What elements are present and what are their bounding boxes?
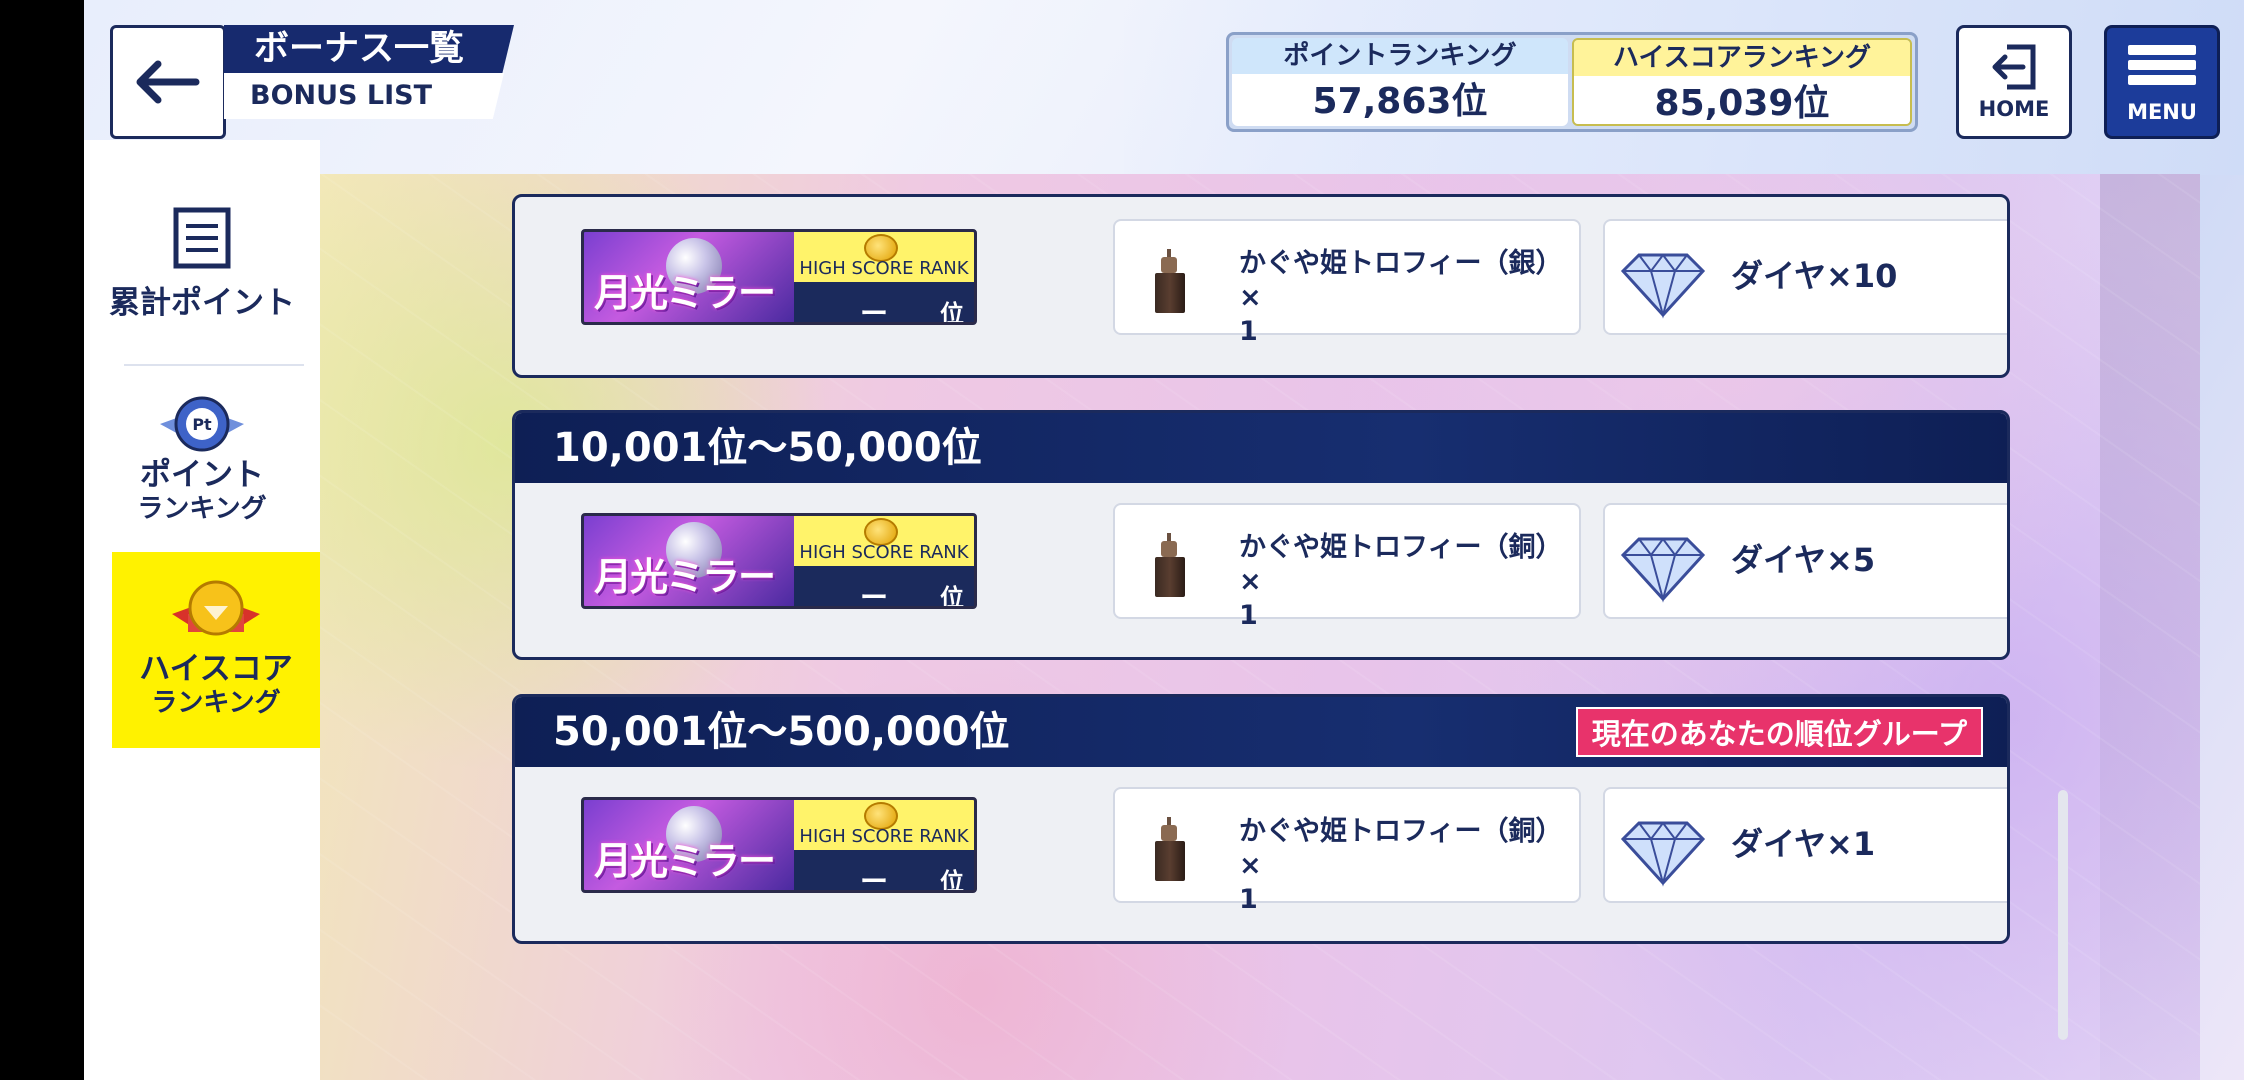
scrollbar[interactable] [2058,790,2068,1040]
current-group-badge: 現在のあなたの順位グループ [1575,707,1983,757]
sidebar-item-highscore-ranking[interactable]: ハイスコア ランキング [112,552,320,748]
home-label: HOME [1978,97,2050,121]
highscore-rank-banner: 月光ミラーボール HIGH SCORE RANK ー位 [581,797,977,893]
banner-artwork: 月光ミラーボール [584,800,794,890]
point-ranking-value: 57,863位 [1232,74,1568,126]
reward-tier-card: 50,001位〜500,000位 現在のあなたの順位グループ 月光ミラーボール … [512,694,2010,944]
banner-artwork: 月光ミラーボール [584,232,794,322]
reward-item-trophy: かぐや姫トロフィー（銅）× 1 [1113,787,1581,915]
highscore-ranking-value: 85,039位 [1574,76,1910,124]
sidebar-item-label: ポイント [140,457,264,493]
point-ranking-cell: ポイントランキング 57,863位 [1232,38,1568,126]
tier-range-header: 10,001位〜50,000位 [515,413,2007,483]
page-title-en: BONUS LIST [224,73,504,119]
trophy-icon [1149,817,1189,883]
list-icon [173,207,231,269]
sidebar: 累計ポイント Pt ポイント ランキング ハイスコア ランキング [84,140,320,1080]
reward-label: ダイヤ×1 [1731,825,1876,863]
reward-label: かぐや姫トロフィー（銅）× 1 [1239,532,1549,631]
reward-label: かぐや姫トロフィー（銅）× 1 [1239,816,1549,915]
reward-label: ダイヤ×5 [1731,541,1876,579]
ranking-summary: ポイントランキング 57,863位 ハイスコアランキング 85,039位 [1226,32,1918,132]
reward-item-diamond: ダイヤ×1 [1603,787,2007,903]
reward-row: 月光ミラーボール HIGH SCORE RANK ー位 かぐや姫トロフィー（銀）… [515,199,2007,365]
exit-door-icon [1992,44,2036,90]
highscore-rank-banner: 月光ミラーボール HIGH SCORE RANK ー位 [581,229,977,325]
home-button[interactable]: HOME [1956,25,2072,139]
page-title-jp: ボーナス一覧 [224,25,514,73]
sidebar-item-point-ranking[interactable]: Pt ポイント ランキング [84,394,320,544]
sidebar-item-cumulative-points[interactable]: 累計ポイント [84,206,320,356]
trophy-icon [1149,249,1189,315]
reward-tier-card: 10,001位〜50,000位 月光ミラーボール HIGH SCORE RANK… [512,410,2010,660]
diamond-icon [1620,821,1706,887]
svg-text:Pt: Pt [192,415,212,434]
reward-item-trophy: かぐや姫トロフィー（銅）× 1 [1113,503,1581,631]
trophy-icon [1149,533,1189,599]
pt-medal-icon: Pt [160,396,244,452]
reward-label: かぐや姫トロフィー（銀）× 1 [1239,248,1549,347]
reward-row: 月光ミラーボール HIGH SCORE RANK ー位 かぐや姫トロフィー（銅）… [515,767,2007,933]
highscore-rank-banner: 月光ミラーボール HIGH SCORE RANK ー位 [581,513,977,609]
reward-item-trophy: かぐや姫トロフィー（銀）× 1 [1113,219,1581,347]
arrow-left-icon [136,60,200,104]
highscore-ranking-cell: ハイスコアランキング 85,039位 [1572,38,1912,126]
point-ranking-label: ポイントランキング [1232,38,1568,74]
tier-range-header: 50,001位〜500,000位 現在のあなたの順位グループ [515,697,2007,767]
sidebar-item-sublabel: ランキング [137,494,267,524]
sidebar-item-label: ハイスコア [139,651,293,687]
hamburger-icon [2128,40,2196,90]
highscore-ranking-label: ハイスコアランキング [1574,40,1910,76]
tier-range-label: 50,001位〜500,000位 [553,709,1010,755]
reward-tier-card: 月光ミラーボール HIGH SCORE RANK ー位 かぐや姫トロフィー（銀）… [512,194,2010,378]
reward-row: 月光ミラーボール HIGH SCORE RANK ー位 かぐや姫トロフィー（銅）… [515,483,2007,649]
reward-item-diamond: ダイヤ×5 [1603,503,2007,619]
banner-artwork: 月光ミラーボール [584,516,794,606]
sidebar-item-sublabel: ランキング [151,688,281,718]
menu-label: MENU [2127,100,2197,124]
reward-item-diamond: ダイヤ×10 [1603,219,2007,335]
gold-medal-icon [172,580,260,636]
sidebar-divider [124,364,304,366]
back-button[interactable] [110,25,226,139]
diamond-icon [1620,253,1706,319]
diamond-icon [1620,537,1706,603]
screen: ボーナス一覧 BONUS LIST ポイントランキング 57,863位 ハイスコ… [84,0,2244,1080]
sidebar-item-label: 累計ポイント [109,285,295,321]
tier-range-label: 10,001位〜50,000位 [553,425,982,471]
menu-button[interactable]: MENU [2104,25,2220,139]
reward-label: ダイヤ×10 [1731,257,1898,295]
